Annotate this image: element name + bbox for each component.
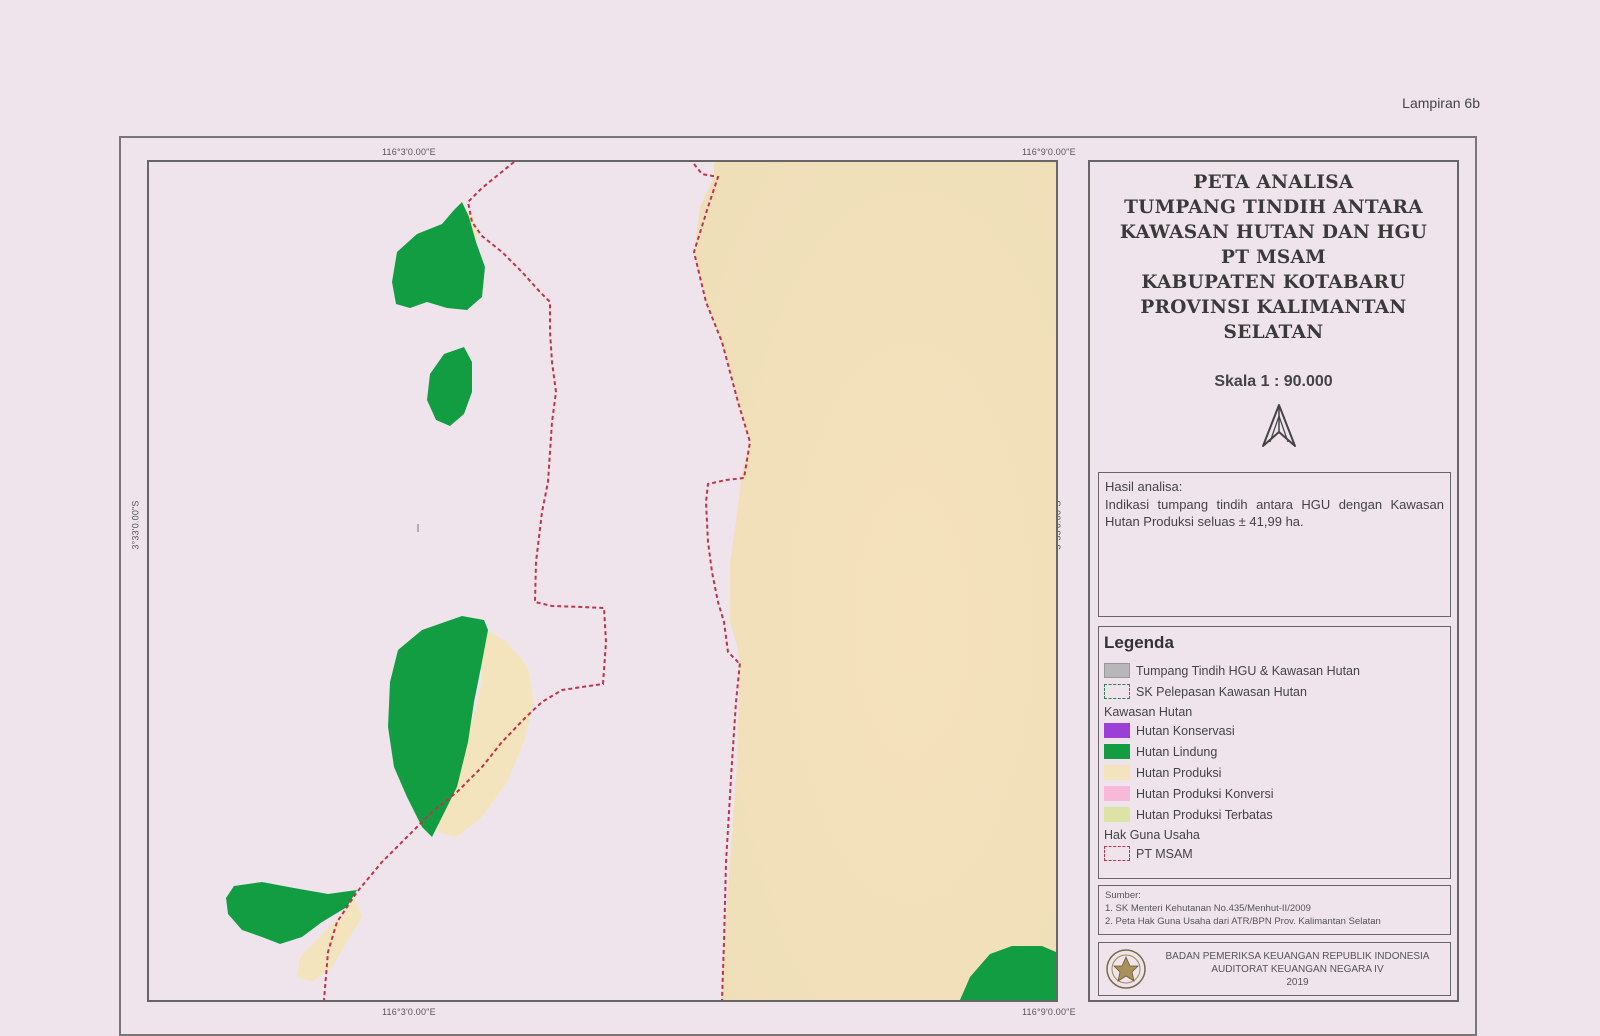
sources-box: Sumber: 1. SK Menteri Kehutanan No.435/M… bbox=[1098, 885, 1451, 935]
map-title-line-3: KAWASAN HUTAN DAN HGU bbox=[1119, 222, 1428, 243]
agency-line-2: AUDITORAT KEUANGAN NEGARA IV bbox=[1211, 963, 1384, 975]
map-info-panel: PETA ANALISA TUMPANG TINDIH ANTARA KAWAS… bbox=[1088, 160, 1459, 1002]
legend-label-overlap: Tumpang Tindih HGU & Kawasan Hutan bbox=[1136, 663, 1360, 678]
legend-swatch-hutan-produksi bbox=[1104, 765, 1130, 780]
bpk-emblem-icon bbox=[1106, 949, 1146, 989]
legend-item-hutan-produksi: Hutan Produksi bbox=[1104, 762, 1445, 783]
map-scale: Skala 1 : 90.000 bbox=[1214, 373, 1333, 390]
legend-swatch-hutan-produksi-konversi bbox=[1104, 786, 1130, 801]
legend-box: Legenda Tumpang Tindih HGU & Kawasan Hut… bbox=[1098, 626, 1451, 879]
legend-swatch-overlap bbox=[1104, 663, 1130, 678]
legend-swatch-sk-release bbox=[1104, 684, 1130, 699]
legend-label-hutan-produksi: Hutan Produksi bbox=[1136, 765, 1222, 780]
coord-label-top-left: 116°3'0.00"E bbox=[382, 147, 436, 157]
agency-text: BADAN PEMERIKSA KEUANGAN REPUBLIK INDONE… bbox=[1149, 950, 1446, 989]
hutan-produksi-area-east[interactable] bbox=[694, 162, 1056, 1000]
map-area[interactable] bbox=[147, 160, 1058, 1002]
legend-label-sk-release: SK Pelepasan Kawasan Hutan bbox=[1136, 684, 1307, 699]
attachment-label: Lampiran 6b bbox=[1402, 95, 1480, 111]
sources-title: Sumber: bbox=[1105, 890, 1141, 901]
map-title-line-1: PETA ANALISA bbox=[1193, 172, 1354, 193]
legend-item-sk-release: SK Pelepasan Kawasan Hutan bbox=[1104, 681, 1445, 702]
source-item-1: 1. SK Menteri Kehutanan No.435/Menhut-II… bbox=[1105, 903, 1311, 914]
legend-item-hutan-lindung: Hutan Lindung bbox=[1104, 741, 1445, 762]
analysis-title: Hasil analisa: bbox=[1105, 479, 1183, 494]
legend-label-hutan-konservasi: Hutan Konservasi bbox=[1136, 723, 1235, 738]
legend-swatch-pt-msam bbox=[1104, 846, 1130, 861]
map-canvas[interactable] bbox=[149, 162, 1056, 1000]
legend-item-hutan-produksi-terbatas: Hutan Produksi Terbatas bbox=[1104, 804, 1445, 825]
map-title-line-5: KABUPATEN KOTABARU bbox=[1141, 272, 1406, 293]
legend-label-hutan-produksi-konversi: Hutan Produksi Konversi bbox=[1136, 786, 1274, 801]
analysis-box: Hasil analisa: Indikasi tumpang tindih a… bbox=[1098, 472, 1451, 617]
legend-item-overlap: Tumpang Tindih HGU & Kawasan Hutan bbox=[1104, 660, 1445, 681]
coord-label-top-right: 116°9'0.00"E bbox=[1022, 147, 1076, 157]
coord-label-bottom-right: 116°9'0.00"E bbox=[1022, 1007, 1076, 1017]
legend-item-hutan-konservasi: Hutan Konservasi bbox=[1104, 720, 1445, 741]
legend-swatch-hutan-produksi-terbatas bbox=[1104, 807, 1130, 822]
agency-year: 2019 bbox=[1286, 976, 1309, 988]
legend-swatch-hutan-konservasi bbox=[1104, 723, 1130, 738]
agency-line-1: BADAN PEMERIKSA KEUANGAN REPUBLIK INDONE… bbox=[1165, 950, 1430, 962]
legend-item-hutan-produksi-konversi: Hutan Produksi Konversi bbox=[1104, 783, 1445, 804]
legend-label-hutan-lindung: Hutan Lindung bbox=[1136, 744, 1218, 759]
map-title-line-6: PROVINSI KALIMANTAN bbox=[1140, 297, 1407, 318]
legend-title: Legenda bbox=[1104, 633, 1174, 652]
coord-label-bottom-left: 116°3'0.00"E bbox=[382, 1007, 436, 1017]
legend-item-pt-msam: PT MSAM bbox=[1104, 843, 1445, 864]
north-arrow-icon bbox=[1262, 404, 1296, 447]
legend-label-pt-msam: PT MSAM bbox=[1136, 846, 1193, 861]
legend-group-hgu: Hak Guna Usaha bbox=[1104, 828, 1200, 842]
source-item-2: 2. Peta Hak Guna Usaha dari ATR/BPN Prov… bbox=[1105, 916, 1381, 927]
legend-group-forest: Kawasan Hutan bbox=[1104, 705, 1193, 719]
analysis-text: Indikasi tumpang tindih antara HGU denga… bbox=[1105, 497, 1444, 529]
agency-box: BADAN PEMERIKSA KEUANGAN REPUBLIK INDONE… bbox=[1098, 942, 1451, 996]
legend-swatch-hutan-lindung bbox=[1104, 744, 1130, 759]
coord-label-left-mid: 3°33'0.00"S bbox=[130, 500, 141, 550]
legend-label-hutan-produksi-terbatas: Hutan Produksi Terbatas bbox=[1136, 807, 1273, 822]
map-title-line-7: SELATAN bbox=[1223, 322, 1324, 343]
map-title-line-2: TUMPANG TINDIH ANTARA bbox=[1124, 197, 1423, 218]
map-title-line-4: PT MSAM bbox=[1221, 247, 1326, 268]
map-title: PETA ANALISA TUMPANG TINDIH ANTARA KAWAS… bbox=[1090, 170, 1457, 345]
